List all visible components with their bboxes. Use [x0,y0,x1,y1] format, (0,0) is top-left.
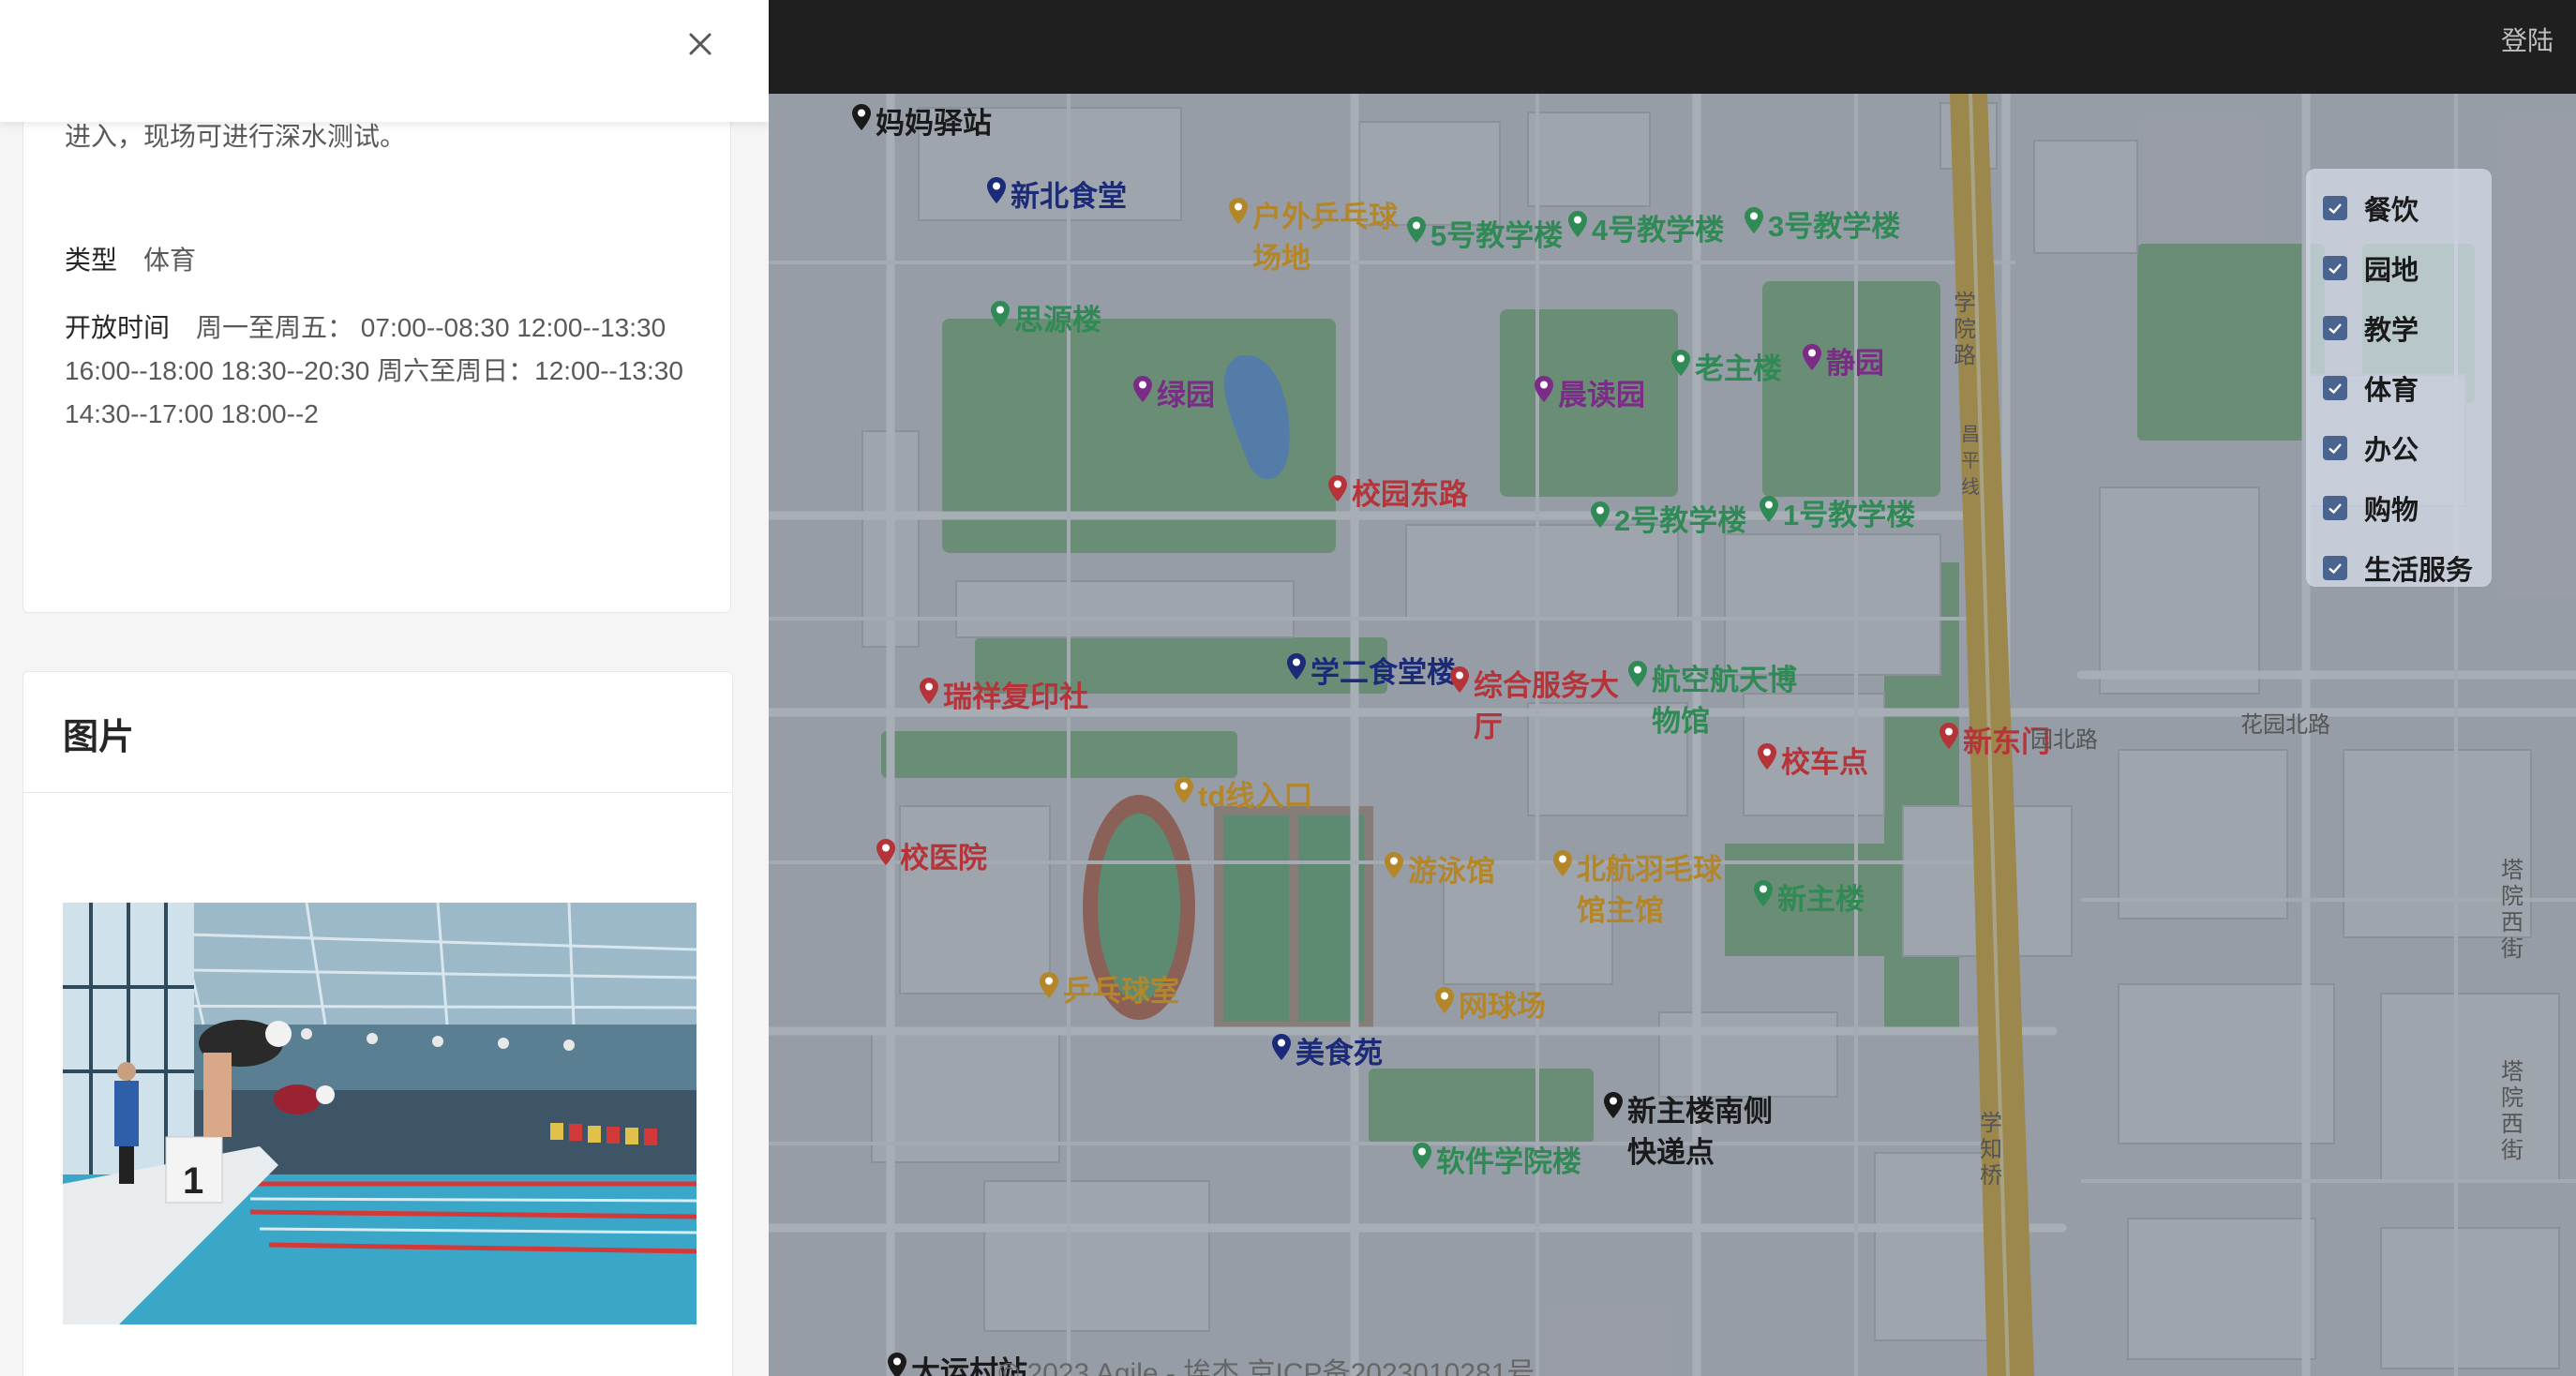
map-pin-icon [1174,777,1194,810]
poi-xinbei-canteen[interactable]: 新北食堂 [986,176,1127,217]
checkbox-checked-icon[interactable] [2323,316,2347,340]
map-pin-icon [1271,1034,1292,1067]
login-link[interactable]: 登陆 [2501,21,2554,58]
map-pin-icon [1627,661,1648,694]
map-pin-icon [986,177,1007,210]
map-pin-icon [1132,376,1153,409]
checkbox-checked-icon[interactable] [2323,196,2347,220]
map-pin-icon [1757,743,1777,776]
filter-life-service[interactable]: 生活服务 [2306,538,2492,598]
poi-td-entrance[interactable]: td线入口 [1174,776,1312,817]
poi-aerospace-museum[interactable]: 航空航天博 物馆 [1627,660,1797,742]
image-card: 图片 1 [22,671,733,1376]
poi-express-point[interactable]: 新主楼南侧 快递点 [1603,1091,1773,1174]
category-filter-panel: 餐饮 园地 教学 体育 办公 购物 生活服务 [2306,169,2492,587]
detail-drawer: 进入，现场可进行深水测试。 类型 体育 开放时间 周一至周五： 07:00--08:… [0,0,769,1376]
road-label-xuezhi-bridge: 学知桥 [1980,1111,2002,1189]
poi-meishiyuan[interactable]: 美食苑 [1271,1033,1383,1074]
map-pin-icon [1039,972,1059,1005]
swimming-pool-photo[interactable]: 1 [63,903,696,1324]
svg-text:1: 1 [183,1160,203,1202]
map-pin-icon [1567,211,1588,244]
poi-building-5[interactable]: 5号教学楼 [1406,216,1563,257]
map-pin-icon [1327,475,1348,508]
poi-siyuan[interactable]: 思源楼 [990,300,1101,341]
image-card-title: 图片 [63,718,135,757]
map-pin-icon [851,104,872,137]
poi-badminton-hall[interactable]: 北航羽毛球 馆主馆 [1552,849,1722,932]
road-label-changping-line: 昌平线 [1961,425,1980,498]
poi-software-college[interactable]: 软件学院楼 [1412,1142,1581,1183]
checkbox-checked-icon[interactable] [2323,376,2347,400]
poi-old-main-building[interactable]: 老主楼 [1670,349,1782,390]
road-label-tayuan-west-1: 塔院西街 [2501,858,2524,962]
poi-xueer-canteen[interactable]: 学二食堂楼 [1286,652,1456,694]
poi-jingyuan[interactable]: 静园 [1802,343,1884,384]
map-pin-icon [1753,880,1774,913]
map-pin-icon [1552,850,1573,883]
map-pin-icon [1759,496,1779,529]
poi-campus-east-road[interactable]: 校园东路 [1327,474,1468,516]
map-pin-icon [1939,723,1959,755]
map-pin-icon [887,1353,907,1376]
map-pin-icon [1744,207,1764,240]
divider [23,792,732,793]
road-label-tayuan-west-2: 塔院西街 [2501,1059,2524,1163]
filter-office[interactable]: 办公 [2306,418,2492,478]
filter-sports[interactable]: 体育 [2306,358,2492,418]
map-pin-icon [1286,653,1307,686]
map-pin-icon [1434,987,1455,1020]
poi-hospital[interactable]: 校医院 [876,838,987,879]
map-copyright: © 2023 Agile - 埃杰 京ICP备2023010281号 [998,1358,1535,1376]
poi-chendu-garden[interactable]: 晨读园 [1534,375,1645,416]
poi-mama-station[interactable]: 妈妈驿站 [851,103,992,144]
poi-tennis-court[interactable]: 网球场 [1434,986,1546,1027]
checkbox-checked-icon[interactable] [2323,556,2347,580]
map-pin-icon [919,678,939,710]
type-row: 类型 体育 [65,239,196,282]
checkbox-checked-icon[interactable] [2323,496,2347,520]
type-key: 类型 [65,246,118,275]
road-label-huayuan-north: 花园北路 [2240,712,2330,738]
map-pin-icon [1603,1092,1624,1125]
poi-new-main-building[interactable]: 新主楼 [1753,879,1865,920]
filter-dining[interactable]: 餐饮 [2306,178,2492,238]
map-pin-icon [1449,666,1470,699]
poi-building-4[interactable]: 4号教学楼 [1567,210,1724,251]
poi-swimming-pool[interactable]: 游泳馆 [1384,851,1495,892]
close-icon[interactable] [680,23,721,65]
type-value: 体育 [143,246,197,275]
map-pin-icon [1406,217,1427,249]
poi-pingpong-room[interactable]: 乒乓球室 [1039,971,1179,1012]
filter-teaching[interactable]: 教学 [2306,298,2492,358]
map-pin-icon [1670,350,1691,382]
road-label-xueyuan: 学院路 [1954,291,1976,368]
map-pin-icon [876,839,896,872]
filter-shopping[interactable]: 购物 [2306,478,2492,538]
poi-lvyuan[interactable]: 绿园 [1132,375,1215,416]
map-pin-icon [1590,501,1610,534]
checkbox-checked-icon[interactable] [2323,256,2347,280]
poi-outdoor-pingpong[interactable]: 户外乒乓球 场地 [1228,197,1398,279]
opening-hours-row: 开放时间 周一至周五： 07:00--08:30 12:00--13:30 16:… [65,307,683,436]
poi-shuttle-stop[interactable]: 校车点 [1757,742,1868,784]
map-pin-icon [990,301,1011,334]
poi-building-3[interactable]: 3号教学楼 [1744,206,1900,247]
poi-building-1[interactable]: 1号教学楼 [1759,495,1915,536]
poi-ruixiang-print[interactable]: 瑞祥复印社 [919,677,1088,718]
campus-map[interactable]: 妈妈驿站 新北食堂 户外乒乓球 场地 5号教学楼 4号教学楼 3号教学楼 思源楼… [769,94,2576,1376]
map-pin-icon [1228,198,1249,231]
poi-service-hall[interactable]: 综合服务大 厅 [1449,666,1619,748]
road-label-yuanbei: 园北路 [2030,727,2098,753]
map-pin-icon [1412,1143,1432,1175]
info-card: 进入，现场可进行深水测试。 类型 体育 开放时间 周一至周五： 07:00--08:… [22,56,731,613]
hours-key: 开放时间 [65,313,171,342]
map-pin-icon [1802,344,1822,377]
poi-building-2[interactable]: 2号教学楼 [1590,501,1746,542]
map-pin-icon [1384,852,1404,885]
drawer-header [0,0,769,122]
map-pin-icon [1534,376,1554,409]
filter-garden[interactable]: 园地 [2306,238,2492,298]
checkbox-checked-icon[interactable] [2323,436,2347,460]
